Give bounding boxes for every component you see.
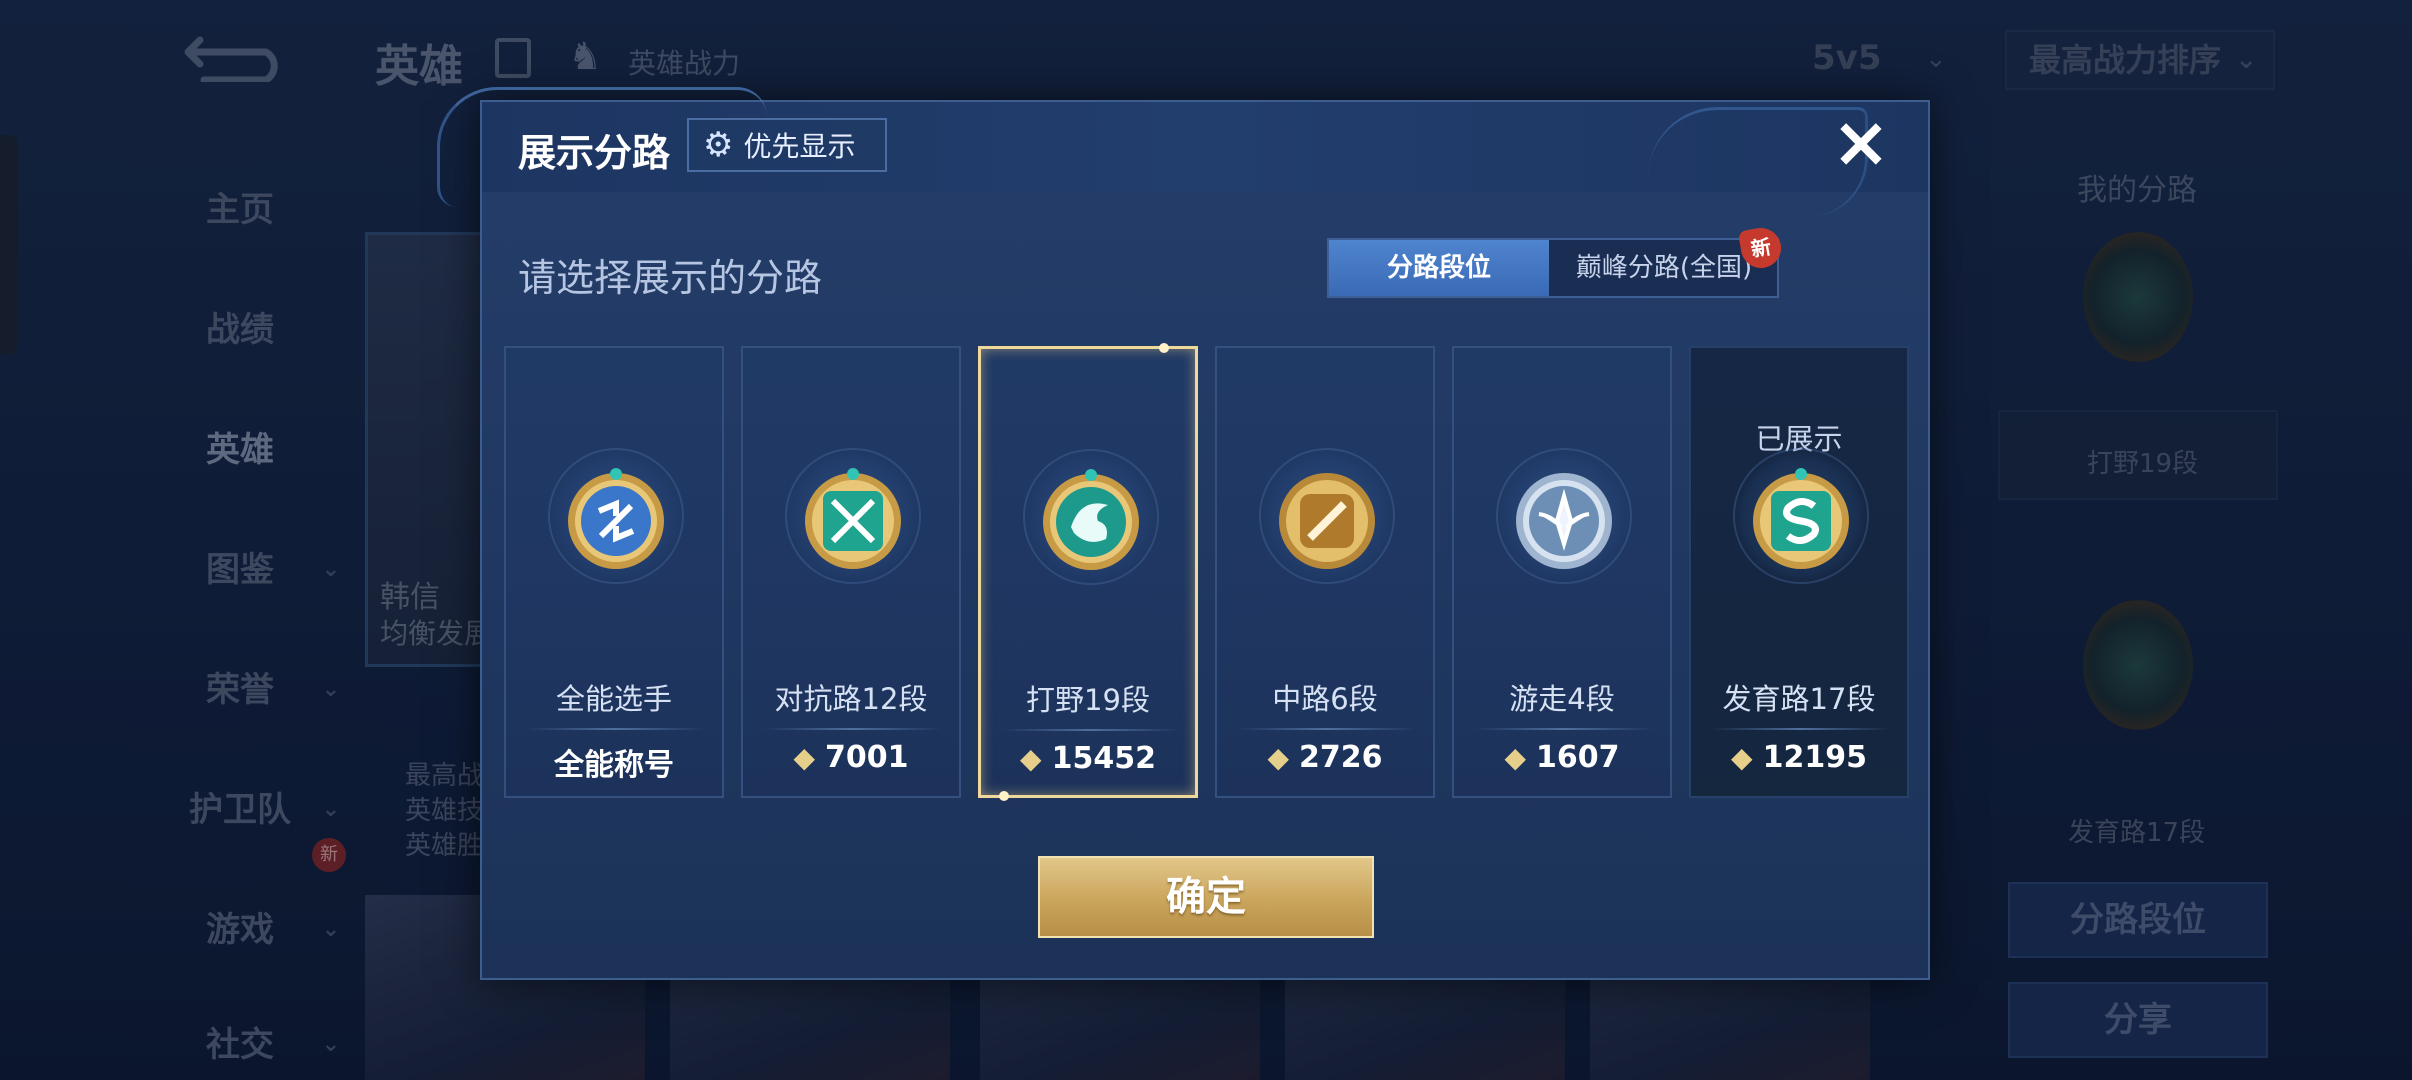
- lane-value-text: 12195: [1762, 740, 1867, 775]
- close-icon[interactable]: ×: [1829, 107, 1893, 177]
- lane-value-text: 1607: [1536, 740, 1620, 775]
- lane-value: ◆ 15452: [981, 741, 1195, 776]
- clash-lane-emblem-icon: [805, 468, 901, 569]
- lane-name: 游走4段: [1509, 682, 1615, 716]
- lane-name: 全能选手: [555, 682, 672, 716]
- lane-card-roam[interactable]: 游走4段 ◆ 1607: [1452, 346, 1672, 798]
- lane-value-text: 15452: [1051, 741, 1156, 776]
- lane-value: ◆ 7001: [743, 740, 959, 775]
- lane-value: ◆ 12195: [1691, 740, 1907, 775]
- score-icon: ◆: [1731, 741, 1753, 774]
- lane-name: 发育路17段: [1722, 682, 1876, 716]
- modal-title: 展示分路: [518, 131, 671, 175]
- divider: [1001, 729, 1181, 731]
- score-icon: ◆: [793, 741, 816, 774]
- score-icon: ◆: [1267, 741, 1290, 774]
- corner-dot: [999, 791, 1009, 801]
- divider: [1237, 728, 1417, 730]
- corner-dot: [1159, 343, 1169, 353]
- gear-icon: ⚙: [703, 125, 734, 165]
- priority-label: 优先显示: [743, 130, 856, 163]
- divider: [1474, 728, 1654, 730]
- lane-value-text: 7001: [825, 740, 909, 775]
- lane-value: ◆ 2726: [1217, 740, 1433, 775]
- lane-card-clash[interactable]: 对抗路12段 ◆ 7001: [741, 346, 961, 798]
- lane-card-mid[interactable]: 中路6段 ◆ 2726: [1215, 346, 1435, 798]
- jungle-emblem-icon: [1043, 469, 1139, 570]
- lane-name: 对抗路12段: [774, 682, 928, 716]
- lane-card-jungle[interactable]: 打野19段 ◆ 15452: [978, 343, 1198, 801]
- lane-value-text: 2726: [1299, 740, 1383, 775]
- farm-lane-emblem-icon: [1753, 468, 1849, 569]
- modal-subtitle: 请选择展示的分路: [518, 256, 823, 300]
- divider: [763, 728, 943, 730]
- modal-header: 展示分路 ⚙ 优先显示 ×: [437, 87, 1928, 217]
- lane-card-farm[interactable]: 已展示 发育路17段 ◆ 12195: [1689, 346, 1909, 798]
- lane-value: 全能称号: [506, 740, 722, 784]
- lane-value: ◆ 1607: [1454, 740, 1670, 775]
- lane-display-modal: 展示分路 ⚙ 优先显示 × 请选择展示的分路 分路段位 巅峰分路(全国) 新 全…: [437, 87, 1930, 980]
- divider: [1711, 728, 1891, 730]
- tab-lane-rank[interactable]: 分路段位: [1329, 240, 1549, 296]
- all-round-emblem-icon: [568, 468, 664, 569]
- score-icon: ◆: [1504, 741, 1527, 774]
- divider: [526, 728, 706, 730]
- lane-cards: 全能选手 全能称号 对抗路12段 ◆ 7001 打野19段 ◆ 15452 中路…: [504, 343, 1914, 801]
- segment-toggle: 分路段位 巅峰分路(全国) 新: [1327, 224, 1785, 298]
- lane-value-text: 全能称号: [554, 748, 674, 783]
- confirm-button[interactable]: 确定: [1038, 856, 1374, 938]
- priority-display-button[interactable]: ⚙ 优先显示: [687, 118, 887, 172]
- lane-name: 打野19段: [1026, 683, 1150, 717]
- edge-handle[interactable]: [0, 135, 18, 355]
- score-icon: ◆: [1020, 742, 1042, 775]
- lane-name: 中路6段: [1272, 682, 1378, 716]
- mid-lane-emblem-icon: [1279, 473, 1375, 569]
- lane-card-all-round[interactable]: 全能选手 全能称号: [504, 346, 724, 798]
- roam-emblem-icon: [1516, 473, 1612, 569]
